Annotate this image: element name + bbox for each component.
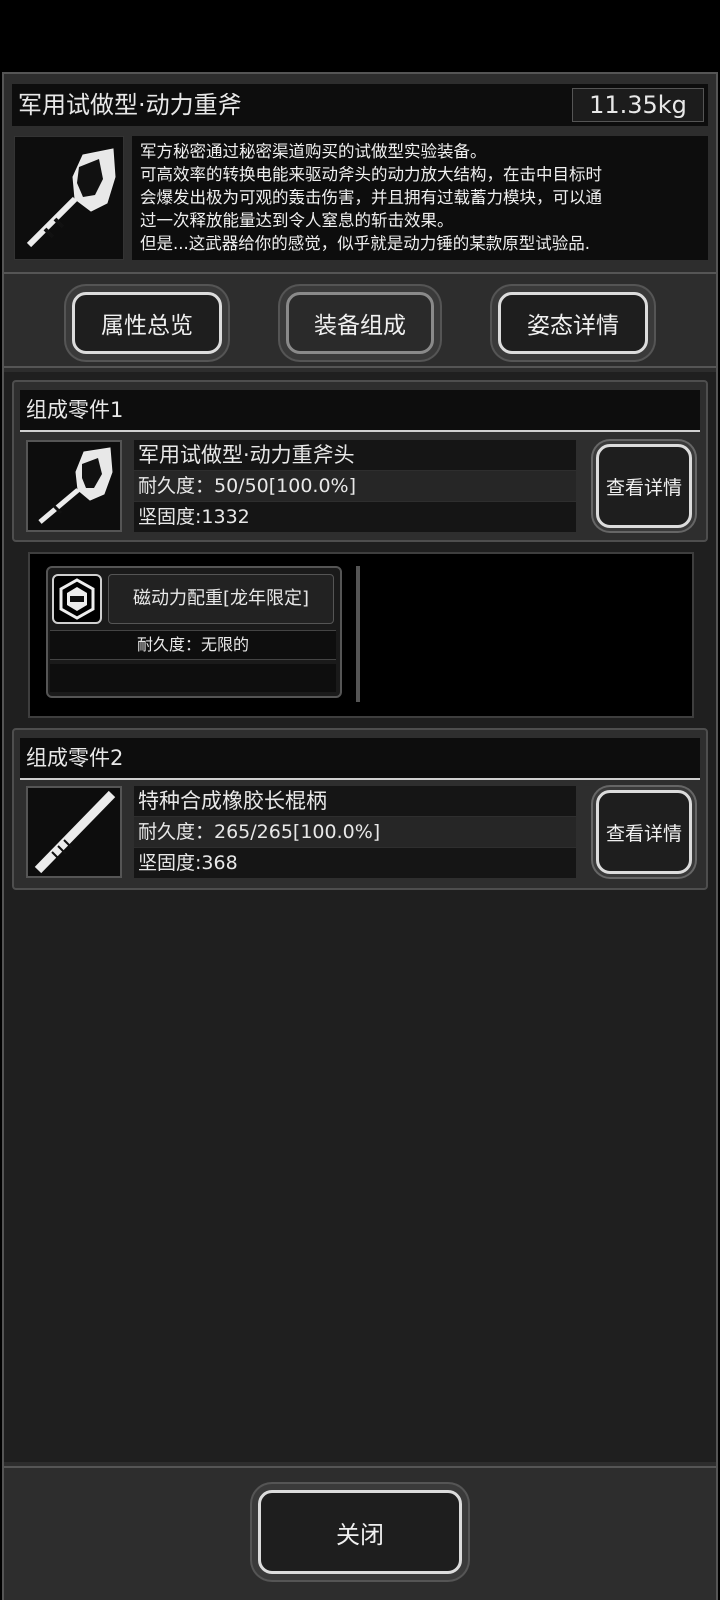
part-hardness: 坚固度:368 (138, 852, 238, 874)
axe-icon (26, 148, 116, 248)
tab-attributes-overview[interactable]: 属性总览 (72, 292, 222, 354)
description-line: 军方秘密通过秘密渠道购买的试做型实验装备。 (140, 142, 487, 161)
tab-label: 装备组成 (314, 313, 406, 339)
item-name: 军用试做型·动力重斧 (18, 91, 242, 119)
view-details-button[interactable]: 查看详情 (596, 444, 692, 528)
item-description: 军方秘密通过秘密渠道购买的试做型实验装备。 可高效率的转换电能来驱动斧头的动力放… (140, 140, 706, 255)
tab-label: 属性总览 (101, 313, 193, 339)
module-panel-divider (356, 566, 360, 702)
hexagon-module-icon (59, 578, 95, 620)
part-durability: 耐久度：50/50[100.0%] (138, 475, 357, 497)
part-icon-box (26, 440, 122, 532)
part-icon-box (26, 786, 122, 878)
item-weight: 11.35kg (589, 91, 687, 119)
item-icon-box (14, 136, 124, 260)
close-button[interactable]: 关闭 (258, 1490, 462, 1574)
part-header: 组成零件2 (26, 746, 124, 770)
part-header-underline (20, 778, 700, 780)
module-icon-box (52, 574, 102, 624)
module-empty-row (50, 664, 336, 692)
description-line: 过一次释放能量达到令人窒息的斩击效果。 (140, 211, 454, 230)
button-label: 查看详情 (605, 476, 682, 499)
button-label: 查看详情 (605, 822, 682, 845)
description-line: 可高效率的转换电能来驱动斧头的动力放大结构，在击中目标时 (140, 165, 602, 184)
part-name: 军用试做型·动力重斧头 (138, 443, 355, 467)
part-hardness: 坚固度:1332 (138, 506, 250, 528)
part-name: 特种合成橡胶长棍柄 (138, 789, 327, 813)
module-durability: 耐久度：无限的 (136, 635, 249, 654)
button-label: 关闭 (336, 1520, 384, 1549)
part-header: 组成零件1 (26, 398, 124, 422)
tab-equipment-composition[interactable]: 装备组成 (286, 292, 434, 354)
view-details-button[interactable]: 查看详情 (596, 790, 692, 874)
description-line: 但是...这武器给你的感觉，似乎就是动力锤的某款原型试验品. (140, 234, 590, 253)
tab-label: 姿态详情 (527, 313, 619, 339)
staff-handle-icon (34, 790, 116, 874)
module-name: 磁动力配重[龙年限定] (132, 588, 310, 609)
tab-stance-details[interactable]: 姿态详情 (498, 292, 648, 354)
part-header-underline (20, 430, 700, 432)
description-line: 会爆发出极为可观的轰击伤害，并且拥有过载蓄力模块，可以通 (140, 188, 602, 207)
axe-head-icon (38, 447, 113, 524)
part-durability: 耐久度：265/265[100.0%] (138, 821, 381, 843)
